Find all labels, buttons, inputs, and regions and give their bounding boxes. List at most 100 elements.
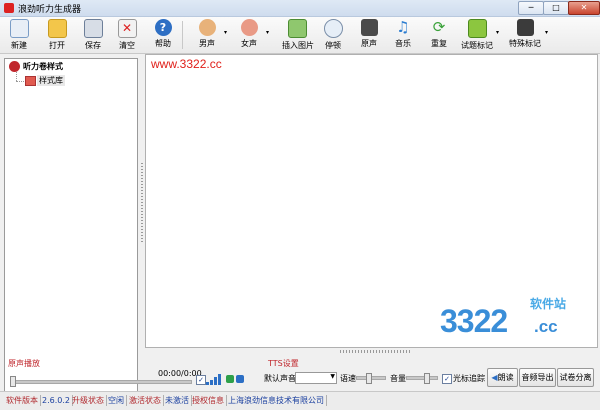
- speed-slider-thumb[interactable]: [366, 373, 372, 384]
- open-label: 打开: [49, 41, 65, 50]
- clock-icon: [323, 19, 343, 38]
- repeat-button[interactable]: ⟳ 重复: [426, 19, 452, 51]
- chevron-down-icon[interactable]: ▾: [545, 29, 548, 36]
- male-voice-button[interactable]: 男声 ▾: [193, 19, 227, 51]
- vertical-splitter[interactable]: [140, 58, 144, 348]
- tree-connector: [16, 72, 17, 81]
- image-icon: [287, 19, 307, 38]
- style-tree-panel[interactable]: 听力卷样式 样式库: [4, 58, 138, 393]
- open-button[interactable]: 打开: [44, 19, 70, 51]
- original-audio-button[interactable]: 原声: [356, 19, 382, 51]
- chevron-down-icon: ▼: [330, 373, 335, 380]
- playback-slider[interactable]: [12, 380, 192, 384]
- maximize-button[interactable]: □: [543, 1, 569, 15]
- new-file-icon: [9, 19, 29, 38]
- insert-image-button[interactable]: 插入图片: [282, 19, 314, 51]
- tts-section-label: TTS设置: [268, 359, 299, 368]
- special-mark-label: 特殊标记: [509, 39, 541, 48]
- chevron-down-icon[interactable]: ▾: [496, 29, 499, 36]
- tree-item-label: 样式库: [37, 75, 65, 86]
- upgrade-status-label: 升级状态: [70, 395, 107, 406]
- version-label: 软件版本: [4, 395, 41, 406]
- help-icon: ?: [154, 19, 172, 36]
- license-info-label: 授权信息: [190, 395, 227, 406]
- help-button[interactable]: ? 帮助: [150, 19, 176, 51]
- brand-suffix: .cc: [534, 317, 558, 336]
- status-bar: 软件版本 2.6.0.2 升级状态 空闲 激活状态 未激活 授权信息 上海浪劲信…: [0, 391, 600, 410]
- tree-connector: [16, 81, 24, 82]
- clear-button[interactable]: ✕ 清空: [114, 19, 140, 51]
- male-avatar-icon: [198, 19, 216, 36]
- play-icon[interactable]: [226, 375, 234, 383]
- speed-label: 语速: [340, 374, 356, 383]
- activation-status-value: 未激活: [163, 395, 192, 406]
- cursor-follow-checkbox[interactable]: ✓: [442, 374, 452, 384]
- pause-label: 停顿: [325, 41, 341, 50]
- new-label: 新建: [11, 41, 27, 50]
- save-icon: [83, 19, 103, 38]
- pause-button[interactable]: 停顿: [320, 19, 346, 51]
- question-mark-label: 试题标记: [461, 41, 493, 50]
- toolbar: 新建 打开 保存 ✕ 清空 ? 帮助 男声 ▾ 女声 ▾ 插入图片 停顿 原声 …: [0, 17, 600, 54]
- minimize-button[interactable]: ─: [518, 1, 544, 15]
- title-bar: 浪劲听力生成器 ─ □ ✕: [0, 0, 600, 17]
- volume-level-icon[interactable]: [206, 374, 222, 385]
- folder-icon: [47, 19, 67, 38]
- waveform-icon: [360, 19, 378, 36]
- tree-root-label: 听力卷样式: [23, 62, 63, 71]
- close-button[interactable]: ✕: [568, 1, 600, 15]
- music-note-icon: ♫: [396, 18, 410, 36]
- activation-status-label: 激活状态: [127, 395, 164, 406]
- playback-slider-thumb[interactable]: [10, 376, 16, 387]
- female-voice-button[interactable]: 女声 ▾: [235, 19, 269, 51]
- brand-watermark: 3322 软件站 .cc: [430, 295, 600, 345]
- chevron-down-icon[interactable]: ▾: [266, 29, 269, 36]
- brand-site-text: 软件站: [530, 297, 567, 311]
- read-aloud-button[interactable]: ◀朗读: [487, 368, 518, 387]
- special-mark-button[interactable]: 特殊标记 ▾: [508, 19, 548, 51]
- paper-split-button[interactable]: 试卷分离: [557, 368, 594, 387]
- company-name: 上海浪劲信息技术有限公司: [226, 395, 327, 406]
- special-tag-icon: [516, 19, 534, 36]
- library-icon: [25, 76, 36, 86]
- music-label: 音乐: [395, 39, 411, 48]
- chevron-down-icon[interactable]: ▾: [224, 29, 227, 36]
- editor-area[interactable]: www.3322.cc 3322 软件站 .cc: [145, 54, 598, 348]
- logo-icon: [9, 61, 20, 72]
- clear-icon: ✕: [117, 19, 137, 38]
- voice-select[interactable]: ▼: [295, 372, 337, 384]
- help-label: 帮助: [155, 39, 171, 48]
- original-label: 原声: [361, 39, 377, 48]
- male-label: 男声: [199, 39, 215, 48]
- volume-slider[interactable]: [406, 376, 438, 380]
- audio-export-button[interactable]: 音频导出: [519, 368, 556, 387]
- question-mark-button[interactable]: 试题标记 ▾: [460, 19, 499, 51]
- music-button[interactable]: ♫ 音乐: [390, 19, 416, 51]
- volume-slider-thumb[interactable]: [424, 373, 430, 384]
- loop-checkbox[interactable]: ✓: [196, 375, 206, 385]
- female-avatar-icon: [240, 19, 258, 36]
- horizontal-splitter[interactable]: [340, 350, 410, 353]
- cursor-follow-label: 光标追踪: [453, 374, 485, 383]
- insert-image-label: 插入图片: [282, 41, 314, 50]
- clear-label: 清空: [119, 41, 135, 50]
- window-title: 浪劲听力生成器: [18, 5, 82, 15]
- save-button[interactable]: 保存: [80, 19, 106, 51]
- playback-section-label: 原声播放: [8, 359, 40, 368]
- upgrade-status-value: 空闲: [106, 395, 127, 406]
- repeat-icon: ⟳: [432, 18, 446, 36]
- brand-number: 3322: [440, 303, 508, 339]
- app-icon: [4, 3, 14, 13]
- version-value: 2.6.0.2: [40, 395, 73, 406]
- volume-label: 音量: [390, 374, 406, 383]
- toolbar-separator: [182, 21, 183, 49]
- female-label: 女声: [241, 39, 257, 48]
- new-button[interactable]: 新建: [6, 19, 32, 51]
- save-label: 保存: [85, 41, 101, 50]
- read-aloud-label: 朗读: [497, 373, 514, 382]
- splitter-grip: [141, 163, 143, 243]
- stop-icon[interactable]: [236, 375, 244, 383]
- question-tag-icon: [467, 19, 487, 38]
- default-voice-label: 默认声音: [264, 374, 296, 383]
- editor-watermark-text: www.3322.cc: [151, 57, 222, 71]
